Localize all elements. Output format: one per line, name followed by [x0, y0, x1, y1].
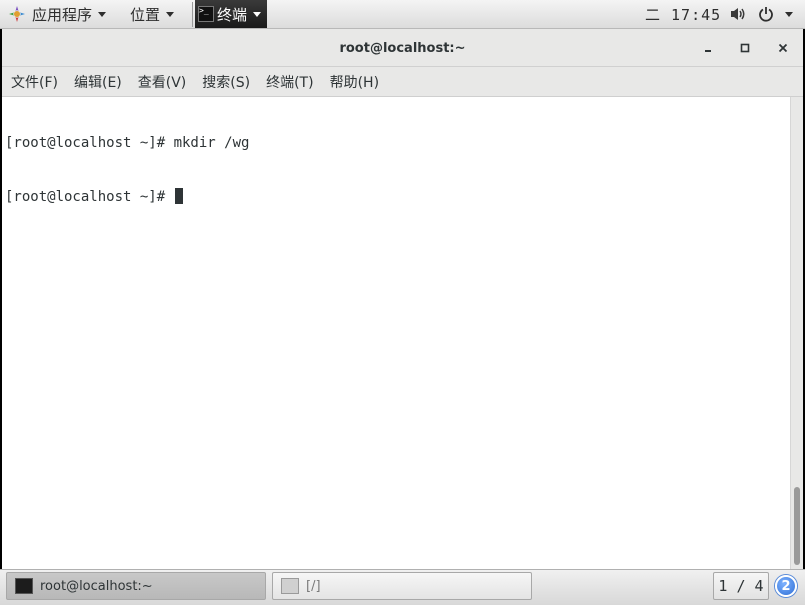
- terminal-prompt-line: [root@localhost ~]#: [5, 188, 790, 206]
- window-menubar: 文件(F) 编辑(E) 查看(V) 搜索(S) 终端(T) 帮助(H): [2, 67, 803, 97]
- terminal-window: root@localhost:~ 文件(F) 编辑(E) 查看(V) 搜索(S)…: [2, 29, 803, 569]
- panel-divider: [192, 2, 193, 27]
- places-menu[interactable]: 位置: [130, 0, 175, 28]
- maximize-icon: [740, 43, 750, 53]
- chevron-down-icon: [98, 11, 107, 17]
- menu-view[interactable]: 查看(V): [130, 72, 195, 92]
- menu-help[interactable]: 帮助(H): [322, 72, 387, 92]
- bottom-panel: root@localhost:~ [/] 1 / 4 2: [0, 569, 805, 605]
- menu-search[interactable]: 搜索(S): [194, 72, 258, 92]
- terminal-line: [root@localhost ~]# mkdir /wg: [5, 135, 250, 151]
- window-title: root@localhost:~: [339, 41, 466, 56]
- clock[interactable]: 二 17:45: [645, 0, 721, 28]
- volume-icon[interactable]: [729, 0, 747, 28]
- terminal-output[interactable]: [root@localhost ~]# mkdir /wg [root@loca…: [2, 97, 790, 569]
- terminal-app-menu[interactable]: >_ 终端: [195, 0, 267, 28]
- terminal-icon: [15, 578, 33, 594]
- workspace-switcher[interactable]: 1 / 4: [713, 572, 769, 600]
- chevron-down-icon: [253, 11, 262, 17]
- places-label: 位置: [130, 5, 161, 24]
- terminal-prompt: [root@localhost ~]#: [5, 189, 174, 205]
- terminal-app-label: 终端: [217, 5, 248, 24]
- scrollbar-thumb[interactable]: [794, 487, 800, 565]
- applications-menu[interactable]: 应用程序: [8, 0, 107, 28]
- taskbar-item-label: root@localhost:~: [40, 578, 153, 594]
- system-menu-button[interactable]: [785, 0, 793, 28]
- terminal-icon: >_: [198, 6, 214, 22]
- close-icon: [778, 43, 788, 53]
- notification-badge[interactable]: 2: [775, 575, 797, 597]
- menu-terminal[interactable]: 终端(T): [258, 72, 321, 92]
- text-cursor: [174, 188, 183, 204]
- taskbar-item-terminal[interactable]: root@localhost:~: [6, 572, 266, 600]
- speaker-icon: [731, 8, 745, 20]
- terminal-scrollbar[interactable]: [790, 97, 803, 569]
- close-button[interactable]: [773, 38, 793, 58]
- taskbar-item-label: [/]: [306, 578, 321, 594]
- menu-file[interactable]: 文件(F): [2, 72, 66, 92]
- maximize-button[interactable]: [735, 38, 755, 58]
- top-panel: 应用程序 位置 >_ 终端 二 17:45: [0, 0, 805, 29]
- minimize-button[interactable]: [698, 38, 718, 58]
- window-titlebar[interactable]: root@localhost:~: [2, 29, 803, 67]
- taskbar-item-files[interactable]: [/]: [272, 572, 532, 600]
- menu-edit[interactable]: 编辑(E): [66, 72, 130, 92]
- power-icon[interactable]: [758, 0, 774, 28]
- applications-icon: [9, 6, 25, 22]
- chevron-down-icon: [785, 11, 793, 17]
- applications-label: 应用程序: [32, 5, 93, 24]
- minimize-icon: [705, 50, 711, 52]
- power-symbol-icon: [759, 7, 773, 22]
- file-manager-icon: [281, 578, 299, 594]
- chevron-down-icon: [166, 11, 175, 17]
